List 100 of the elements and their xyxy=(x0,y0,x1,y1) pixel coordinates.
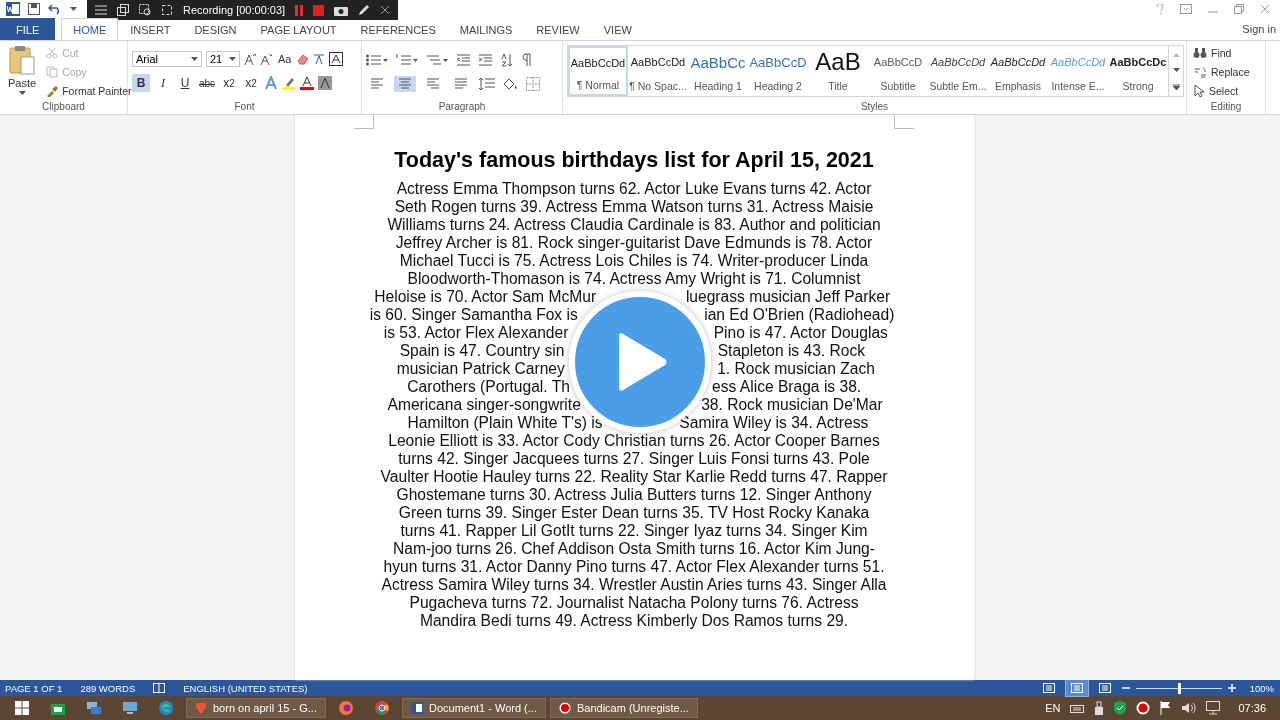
word-count[interactable]: 289 WORDS xyxy=(80,682,136,694)
paste-button[interactable]: Paste xyxy=(4,43,41,101)
ribbon-tab[interactable]: PAGE LAYOUT xyxy=(248,18,349,40)
network-icon[interactable] xyxy=(1206,701,1221,715)
zoom-level[interactable]: 100% xyxy=(1249,682,1274,694)
caret-icon[interactable] xyxy=(191,56,198,62)
ribbon-tab[interactable]: DESIGN xyxy=(182,18,249,40)
paragraph-line: Vaulter Hootie Hauley turns 22. Reality Star Karlie Redd turns 47. Rapper xyxy=(380,468,888,485)
paragraph-line: Bloodworth-Thomason is 74. Actress Amy Wright is 71. Columnist xyxy=(407,270,861,287)
paragraph-line: 38. Rock musician De'Mar xyxy=(701,396,883,414)
ribbon-display-icon[interactable] xyxy=(1180,4,1192,14)
clipboard-button[interactable]: Format Painter xyxy=(44,81,134,100)
style-gallery-item[interactable]: AaBbCc Heading 1 xyxy=(688,46,748,96)
font-size-field[interactable]: 21 xyxy=(206,51,240,67)
keyboard-icon[interactable] xyxy=(1070,703,1085,713)
close-icon[interactable] xyxy=(380,5,391,15)
sign-in-link[interactable]: Sign in xyxy=(1242,23,1280,35)
record-icon[interactable] xyxy=(1136,701,1151,715)
highlighter-icon[interactable] xyxy=(282,76,296,90)
close-icon[interactable] xyxy=(1260,4,1270,14)
zoom-in-icon[interactable] xyxy=(1227,684,1236,692)
stop-icon[interactable] xyxy=(313,4,325,16)
language-indicator[interactable]: ENGLISH (UNITED STATES) xyxy=(183,682,308,694)
pencil-icon[interactable] xyxy=(358,4,371,16)
style-gallery-item[interactable]: AaBbCcDc Strong xyxy=(1108,46,1168,96)
file-tab[interactable]: FILE xyxy=(0,18,56,40)
outdent-icon[interactable] xyxy=(456,54,470,66)
border-text-icon[interactable] xyxy=(329,52,344,66)
indent-icon[interactable] xyxy=(478,54,492,66)
phonetic-icon[interactable] xyxy=(313,53,326,65)
style-gallery-item[interactable]: AaBbCcD Heading 2 xyxy=(748,46,808,96)
format-button[interactable]: B xyxy=(132,74,150,92)
speaker-icon[interactable] xyxy=(1182,702,1197,714)
fill-bucket-icon[interactable] xyxy=(502,77,520,91)
eraser-icon[interactable] xyxy=(297,53,310,65)
numbering-icon[interactable] xyxy=(396,54,418,66)
proofing-icon[interactable] xyxy=(153,683,166,693)
restore-icon[interactable] xyxy=(1234,4,1244,14)
scroll-down-icon[interactable] xyxy=(1172,68,1180,73)
font-color-icon[interactable] xyxy=(300,76,314,90)
editing-button[interactable]: Select xyxy=(1191,81,1261,100)
multilevel-icon[interactable] xyxy=(426,54,448,66)
flag-icon[interactable] xyxy=(1160,701,1173,715)
line-spacing-icon[interactable] xyxy=(478,77,496,91)
caret-icon[interactable] xyxy=(18,91,26,96)
pilcrow-icon[interactable] xyxy=(522,53,532,67)
word-icon[interactable] xyxy=(6,2,20,16)
shrink-font-icon[interactable] xyxy=(260,53,272,65)
frame-icon[interactable] xyxy=(161,4,173,16)
page-count[interactable]: PAGE 1 OF 1 xyxy=(5,682,63,694)
ribbon-tab[interactable]: MAILINGS xyxy=(447,18,525,40)
shading-icon[interactable] xyxy=(318,76,332,90)
taskbar-app-button[interactable]: Document1 - Word (... xyxy=(401,698,546,718)
editing-button[interactable]: Replace xyxy=(1191,62,1261,81)
menu-icon[interactable] xyxy=(95,5,107,15)
editing-button[interactable]: Find xyxy=(1191,43,1261,62)
clock[interactable]: 07:36 xyxy=(1238,702,1266,714)
caret-icon[interactable] xyxy=(229,56,236,62)
style-gallery-item[interactable]: AaBbCcD Subtitle xyxy=(868,46,928,96)
zoom-slider[interactable] xyxy=(1177,682,1181,694)
ribbon-tab[interactable]: REVIEW xyxy=(524,18,592,40)
group-label: Styles xyxy=(860,101,889,112)
pause-icon[interactable] xyxy=(295,4,304,16)
caret-icon[interactable] xyxy=(70,6,77,12)
ribbon-tab[interactable]: HOME xyxy=(61,18,119,40)
style-gallery-item[interactable]: AaBbCcDd Subtle Em... xyxy=(928,46,988,96)
format-button[interactable]: I xyxy=(154,74,172,92)
windows-icon[interactable] xyxy=(117,4,129,16)
undo-icon[interactable] xyxy=(48,3,62,15)
ribbon-tab[interactable]: REFERENCES xyxy=(348,18,448,40)
view-button[interactable] xyxy=(1065,680,1088,696)
camera-icon[interactable] xyxy=(334,4,349,16)
save-icon[interactable] xyxy=(28,3,40,15)
ribbon-tab[interactable]: VIEW xyxy=(591,18,644,40)
change-case-button[interactable]: Aa xyxy=(276,50,294,68)
text-effects-icon[interactable] xyxy=(264,76,278,90)
font-family-field[interactable]: Arial xyxy=(132,51,202,67)
input-language[interactable]: EN xyxy=(1045,702,1061,714)
paragraph-line: Pugacheva turns 72. Journalist Natacha Polony turns 76. Actress xyxy=(409,594,859,611)
grow-font-icon[interactable] xyxy=(244,53,256,65)
more-icon[interactable] xyxy=(1172,84,1180,91)
sort-icon[interactable] xyxy=(500,53,514,67)
region-icon[interactable] xyxy=(139,4,151,16)
ribbon-tab[interactable]: INSERT xyxy=(118,18,183,40)
zoom-out-icon[interactable] xyxy=(1121,684,1130,692)
paragraph-line: turns 41. Rapper Lil GotIt turns 22. Singer Iyaz turns 34. Singer Kim xyxy=(400,522,868,539)
format-button[interactable]: U xyxy=(176,74,194,92)
borders-icon[interactable] xyxy=(526,77,540,91)
bullets-icon[interactable] xyxy=(366,54,388,66)
shield-icon[interactable] xyxy=(1114,701,1127,715)
style-gallery-item[interactable]: AaBbCcDd Intense E... xyxy=(1048,46,1108,96)
taskbar-app-button[interactable]: born on april 15 - G... xyxy=(186,698,326,718)
style-gallery-item[interactable]: AaBbCcDd Emphasis xyxy=(988,46,1048,96)
format-button[interactable]: abc xyxy=(198,74,216,92)
taskbar-app-button[interactable]: Bandicam (Unregiste... xyxy=(549,698,698,718)
style-gallery-item[interactable]: AaB Title xyxy=(808,46,868,96)
style-gallery-item[interactable]: AaBbCcDd ¶ No Spac... xyxy=(628,46,688,96)
style-gallery-item[interactable]: AaBbCcDd ¶ Normal xyxy=(568,46,628,96)
paragraph-line: Heloise is 70. Actor Sam McMur xyxy=(374,288,597,306)
print-layout-icon xyxy=(1070,683,1083,693)
